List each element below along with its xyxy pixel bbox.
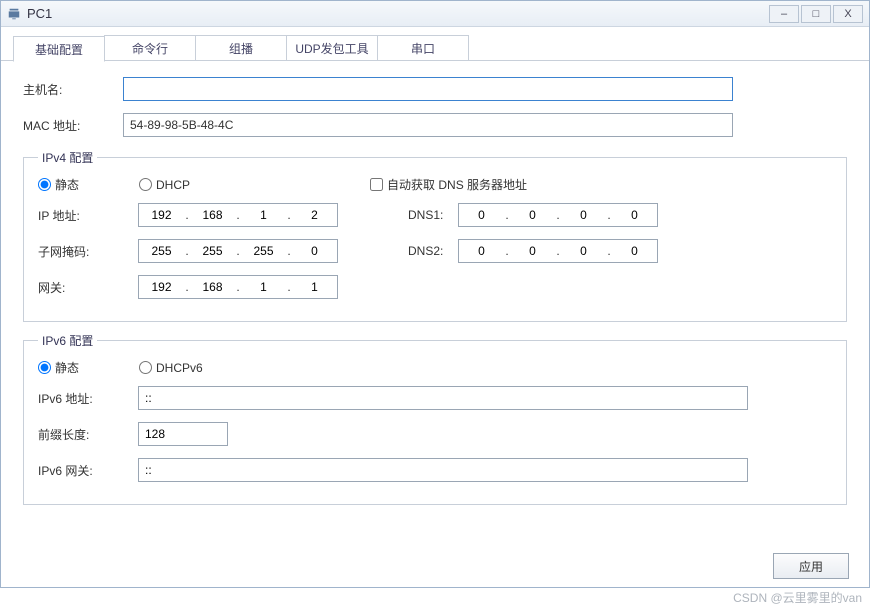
dns1-input[interactable]: . . . [458,203,658,227]
tab-strip: 基础配置 命令行 组播 UDP发包工具 串口 [1,27,869,61]
tab-command-line[interactable]: 命令行 [104,35,196,60]
ipv6-dhcpv6-radio[interactable] [139,361,152,374]
tab-serial[interactable]: 串口 [377,35,469,60]
dns2-label: DNS2: [408,244,458,258]
dns1-oct-3[interactable] [561,207,606,223]
dns1-label: DNS1: [408,208,458,222]
ipv4-dhcp-radio-item[interactable]: DHCP [139,178,190,192]
title-bar: PC1 – □ X [1,1,869,27]
ip-oct-1[interactable] [139,207,184,223]
dns1-oct-2[interactable] [510,207,555,223]
hostname-input[interactable] [123,77,733,101]
dns2-oct-4[interactable] [612,243,657,259]
prefix-length-input[interactable] [138,422,228,446]
ipv6-gateway-input[interactable] [138,458,748,482]
ipv4-legend: IPv4 配置 [38,149,97,166]
ip-oct-3[interactable] [241,207,286,223]
close-button[interactable]: X [833,5,863,23]
gw-oct-2[interactable] [190,279,235,295]
hostname-label: 主机名: [23,81,123,98]
dns2-input[interactable]: . . . [458,239,658,263]
auto-dns-label: 自动获取 DNS 服务器地址 [387,176,527,193]
ipv6-gateway-label: IPv6 网关: [38,462,138,479]
app-icon [7,7,21,21]
dns2-oct-2[interactable] [510,243,555,259]
ipv6-address-input[interactable] [138,386,748,410]
mac-input[interactable] [123,113,733,137]
ipv6-static-label: 静态 [55,359,79,376]
mask-oct-2[interactable] [190,243,235,259]
window-title: PC1 [27,6,52,21]
prefix-length-label: 前缀长度: [38,426,138,443]
app-window: PC1 – □ X 基础配置 命令行 组播 UDP发包工具 串口 主机名: MA… [0,0,870,588]
gateway-label: 网关: [38,279,138,296]
ip-oct-2[interactable] [190,207,235,223]
subnet-mask-input[interactable]: . . . [138,239,338,263]
auto-dns-checkbox[interactable] [370,178,383,191]
ipv6-static-radio[interactable] [38,361,51,374]
ipv4-dhcp-label: DHCP [156,178,190,192]
ipv4-static-radio[interactable] [38,178,51,191]
tab-udp-tool[interactable]: UDP发包工具 [286,35,378,60]
gw-oct-3[interactable] [241,279,286,295]
mask-oct-1[interactable] [139,243,184,259]
gw-oct-4[interactable] [292,279,337,295]
mask-oct-4[interactable] [292,243,337,259]
auto-dns-checkbox-item[interactable]: 自动获取 DNS 服务器地址 [370,176,527,193]
watermark-text: CSDN @云里雾里的van [733,589,862,606]
minimize-button[interactable]: – [769,5,799,23]
ipv4-static-radio-item[interactable]: 静态 [38,176,79,193]
ip-oct-4[interactable] [292,207,337,223]
ipv6-section: IPv6 配置 静态 DHCPv6 IPv6 地址: 前缀长度: [23,332,847,505]
gateway-input[interactable]: . . . [138,275,338,299]
mac-label: MAC 地址: [23,117,123,134]
ipv6-dhcpv6-label: DHCPv6 [156,361,203,375]
ipv4-dhcp-radio[interactable] [139,178,152,191]
apply-button[interactable]: 应用 [773,553,849,579]
ip-address-input[interactable]: . . . [138,203,338,227]
ipv4-static-label: 静态 [55,176,79,193]
dns1-oct-4[interactable] [612,207,657,223]
maximize-button[interactable]: □ [801,5,831,23]
gw-oct-1[interactable] [139,279,184,295]
ip-address-label: IP 地址: [38,207,138,224]
ipv6-static-radio-item[interactable]: 静态 [38,359,79,376]
tab-content: 主机名: MAC 地址: IPv4 配置 静态 DHCP 自动获取 DNS [1,61,869,547]
dns1-oct-1[interactable] [459,207,504,223]
tab-basic-config[interactable]: 基础配置 [13,36,105,62]
mask-oct-3[interactable] [241,243,286,259]
ipv6-dhcpv6-radio-item[interactable]: DHCPv6 [139,361,203,375]
ipv6-legend: IPv6 配置 [38,332,97,349]
dns2-oct-1[interactable] [459,243,504,259]
dns2-oct-3[interactable] [561,243,606,259]
tab-multicast[interactable]: 组播 [195,35,287,60]
ipv6-address-label: IPv6 地址: [38,390,138,407]
subnet-mask-label: 子网掩码: [38,243,138,260]
ipv4-section: IPv4 配置 静态 DHCP 自动获取 DNS 服务器地址 IP 地址: [23,149,847,322]
